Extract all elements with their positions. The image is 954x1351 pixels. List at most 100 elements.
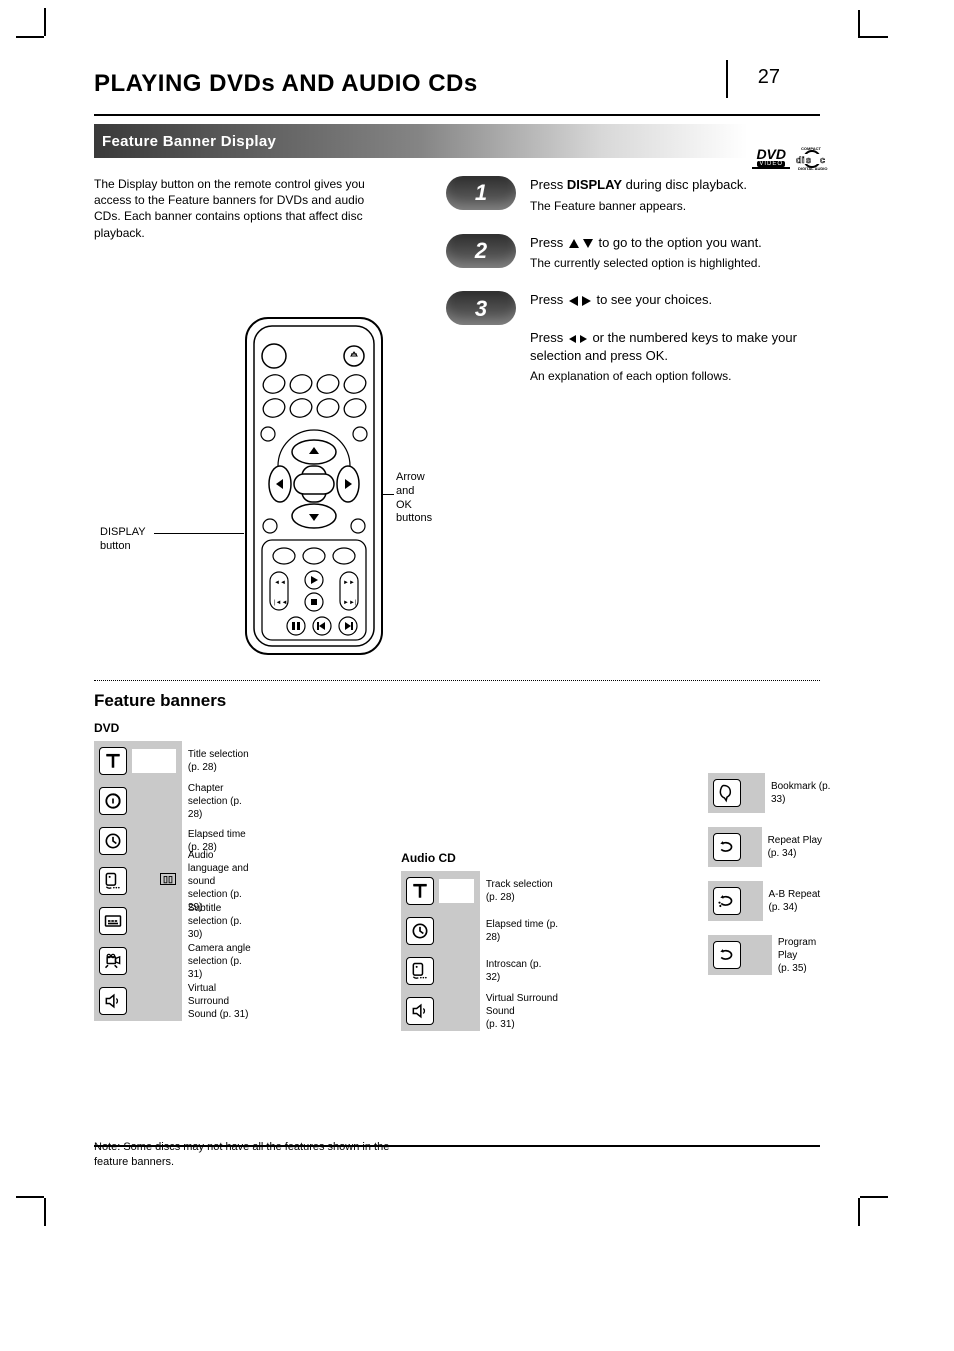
- svg-text:d: d: [796, 155, 802, 165]
- dotted-separator: [94, 680, 820, 681]
- crop-mark: [44, 8, 46, 36]
- down-arrow-icon: [583, 239, 593, 248]
- cd-banner-title: Audio CD: [401, 851, 558, 865]
- step-bold: DISPLAY: [567, 177, 622, 192]
- crop-mark: [860, 36, 888, 38]
- banner-field: [746, 943, 766, 967]
- step-number: 3: [446, 291, 516, 325]
- svg-text:►►: ►►: [343, 580, 355, 586]
- banner-row: Program Play (p. 35): [708, 935, 831, 975]
- banner-field: [439, 999, 474, 1023]
- banner-field: [132, 829, 176, 853]
- banner-row: Repeat Play (p. 34): [708, 827, 831, 867]
- banner-row: ▯▯: [94, 861, 182, 901]
- chapter-icon: [99, 787, 127, 815]
- banner-row: [401, 991, 480, 1031]
- banner-caption: Repeat Play (p. 34): [768, 834, 832, 860]
- step-2: 2 Press to go to the option you want. Th…: [446, 234, 826, 272]
- banner-caption: Title selection (p. 28): [188, 741, 251, 781]
- banner-caption: Bookmark (p. 33): [771, 780, 831, 806]
- footer-rule: [94, 1145, 820, 1147]
- banner-caption: A-B Repeat (p. 34): [769, 888, 832, 914]
- step-subtext: An explanation of each option follows.: [530, 368, 826, 384]
- banner-field: [439, 959, 474, 983]
- title-icon: [99, 747, 127, 775]
- left-arrow-icon: [569, 296, 578, 306]
- step-1: 1 Press DISPLAY during disc playback. Th…: [446, 176, 826, 214]
- repeat-banner-column: Bookmark (p. 33) Repeat Play (p. 34) A-B R…: [708, 721, 831, 1031]
- banner-row: [94, 821, 182, 861]
- banner-row: A-B Repeat (p. 34): [708, 881, 831, 921]
- banner-field: [746, 781, 759, 805]
- banner-row: [94, 781, 182, 821]
- banner-field: [439, 919, 474, 943]
- crop-mark: [858, 1198, 860, 1226]
- title-icon: [406, 877, 434, 905]
- step-number: 2: [446, 234, 516, 268]
- step-text: to see your choices.: [593, 292, 712, 307]
- dvd-banner: ▯▯: [94, 741, 182, 1021]
- cd-banner-column: Audio CD Track selection (p. 28)Elapsed …: [401, 851, 558, 1031]
- banner-field: [132, 749, 176, 773]
- feature-banners-heading: Feature banners: [94, 691, 820, 711]
- banner-row: [94, 941, 182, 981]
- banner-row: [94, 901, 182, 941]
- banner-field: [746, 889, 756, 913]
- page-number: 27: [758, 66, 780, 89]
- banner-field: ▯▯: [132, 869, 176, 893]
- banner-caption: Virtual Surround Sound (p. 31): [486, 991, 558, 1031]
- dvd-logo: DVDVIDEO: [752, 147, 790, 170]
- svg-text:c: c: [820, 155, 825, 165]
- banner-row: [94, 981, 182, 1021]
- intro-text: The Display button on the remote control…: [94, 176, 394, 241]
- page-title: PLAYING DVDs AND AUDIO CDs: [94, 70, 478, 97]
- step-4: Press or the numbered keys to make your …: [446, 329, 826, 384]
- crop-mark: [16, 36, 44, 38]
- banner-caption: Track selection (p. 28): [486, 871, 558, 911]
- crop-mark: [858, 10, 860, 38]
- banner-field: [439, 879, 474, 903]
- header-rule: [94, 114, 820, 116]
- cd-banner: [401, 871, 480, 1031]
- remote-illustration: ◄◄ |◄◄ ►► ►►|: [244, 316, 384, 656]
- bookmark-icon: [713, 779, 741, 807]
- sound-icon: [99, 987, 127, 1015]
- banner-caption: Virtual Surround Sound (p. 31): [188, 981, 251, 1021]
- banner-row: [401, 951, 480, 991]
- compact-disc-logo: COMPACT d i s c DIGITAL AUDIO: [796, 144, 828, 172]
- audio-icon: [406, 957, 434, 985]
- clock-icon: [99, 827, 127, 855]
- banner-row: [401, 871, 480, 911]
- banner-caption: Audio language and sound selection (p. 2…: [188, 861, 251, 901]
- subtitle-icon: [99, 907, 127, 935]
- step-text: Press: [530, 235, 567, 250]
- banner-caption: Camera angle selection (p. 31): [188, 941, 251, 981]
- step-subtext: The Feature banner appears.: [530, 198, 826, 214]
- step-text: Press: [530, 330, 567, 345]
- right-arrow-icon: [580, 335, 587, 343]
- step-text: Press: [530, 177, 567, 192]
- step-text: Press: [530, 292, 567, 307]
- audio-icon: [99, 867, 127, 895]
- step-text: to go to the option you want.: [595, 235, 762, 250]
- section-bar: Feature Banner Display: [94, 124, 820, 158]
- banner-row: [401, 911, 480, 951]
- right-arrow-icon: [582, 296, 591, 306]
- banner-caption: Introscan (p. 32): [486, 951, 558, 991]
- svg-text:►►|: ►►|: [343, 600, 357, 606]
- svg-text:DIGITAL AUDIO: DIGITAL AUDIO: [798, 166, 827, 171]
- callout-display: DISPLAY button: [100, 526, 146, 554]
- banner-field: [746, 835, 755, 859]
- section-title: Feature Banner Display: [94, 133, 276, 150]
- banner-field: [132, 789, 176, 813]
- clock-icon: [406, 917, 434, 945]
- crop-mark: [44, 1198, 46, 1226]
- program-icon: [713, 941, 741, 969]
- dvd-banner-title: DVD: [94, 721, 251, 735]
- banner-row: Bookmark (p. 33): [708, 773, 831, 813]
- banner-field: [132, 989, 176, 1013]
- steps-list: 1 Press DISPLAY during disc playback. Th…: [446, 176, 826, 404]
- repeat-icon: [713, 833, 741, 861]
- camera-icon: [99, 947, 127, 975]
- page-number-rule: [726, 60, 728, 98]
